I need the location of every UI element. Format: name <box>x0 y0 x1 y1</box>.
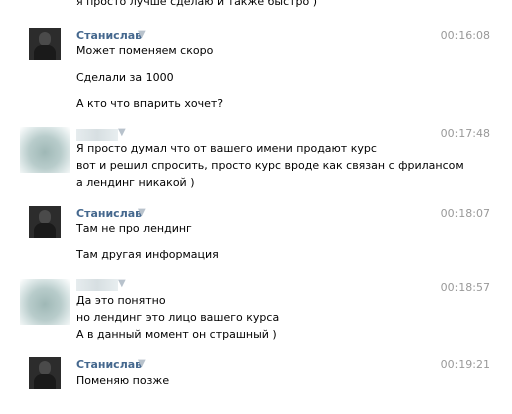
avatar[interactable] <box>29 28 61 60</box>
message-text: Там не про лендинг <box>76 222 192 235</box>
message-text: но лендинг это лицо вашего курса <box>76 311 280 324</box>
message-text: А в данный момент он страшный ) <box>76 328 277 341</box>
avatar-blurred[interactable] <box>20 279 70 325</box>
author-name[interactable]: Станислав <box>76 29 142 43</box>
message-item: ▼ 00:17:48 Я просто думал что от вашего … <box>0 125 512 195</box>
avatar[interactable] <box>29 357 61 389</box>
message-time[interactable]: 00:19:21 <box>441 358 490 372</box>
avatar-head-shape <box>39 32 51 46</box>
author-name-blurred[interactable] <box>76 129 118 141</box>
message-item: ▼ 00:18:57 Да это понятно но лендинг это… <box>0 277 512 343</box>
message-text: А кто что впарить хочет? <box>76 97 224 110</box>
previous-message-fragment: я просто лучше сделаю и также быстро ) <box>76 0 318 8</box>
message-time[interactable]: 00:16:08 <box>441 29 490 43</box>
author-menu-caret-icon[interactable]: ▼ <box>138 28 146 42</box>
avatar-head-shape <box>39 361 51 375</box>
message-text: Да это понятно <box>76 294 166 307</box>
message-item: Станислав ▼ 00:19:21 Поменяю позже <box>0 356 512 396</box>
avatar-body-shape <box>34 45 56 60</box>
avatar-body-shape <box>34 374 56 389</box>
avatar-head-shape <box>39 210 51 224</box>
author-menu-caret-icon[interactable]: ▼ <box>118 126 126 140</box>
author-name[interactable]: Станислав <box>76 207 142 221</box>
author-menu-caret-icon[interactable]: ▼ <box>118 277 126 291</box>
message-text: а лендинг никакой ) <box>76 176 195 189</box>
message-text: Сделали за 1000 <box>76 71 174 84</box>
message-text: Там другая информация <box>76 248 219 261</box>
author-name-blurred[interactable] <box>76 279 118 291</box>
avatar-blurred[interactable] <box>20 127 70 173</box>
avatar[interactable] <box>29 206 61 238</box>
message-text: вот и решил спросить, просто курс вроде … <box>76 159 464 172</box>
message-time[interactable]: 00:18:07 <box>441 207 490 221</box>
author-menu-caret-icon[interactable]: ▼ <box>138 206 146 220</box>
message-text: Поменяю позже <box>76 374 170 387</box>
author-name[interactable]: Станислав <box>76 358 142 372</box>
message-item: Станислав ▼ 00:18:07 Там не про лендинг … <box>0 205 512 267</box>
message-time[interactable]: 00:18:57 <box>441 281 490 295</box>
message-item: Станислав ▼ 00:16:08 Может поменяем скор… <box>0 27 512 117</box>
message-text: Может поменяем скоро <box>76 44 214 57</box>
avatar-body-shape <box>34 223 56 238</box>
message-time[interactable]: 00:17:48 <box>441 127 490 141</box>
message-text: Я просто думал что от вашего имени прода… <box>76 142 377 155</box>
author-menu-caret-icon[interactable]: ▼ <box>138 357 146 371</box>
